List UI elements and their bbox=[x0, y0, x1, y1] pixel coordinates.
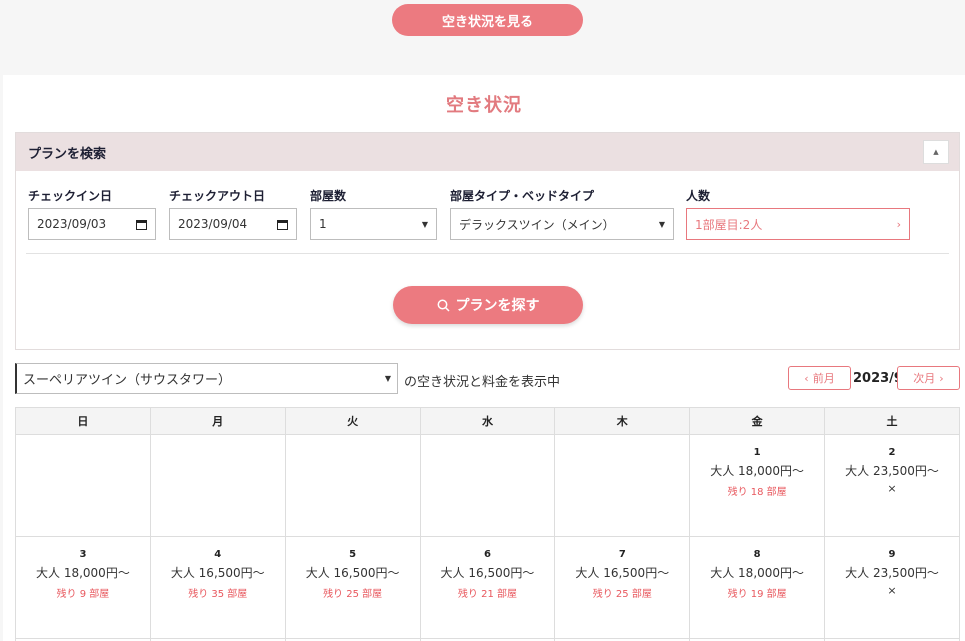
calendar-empty-cell bbox=[15, 434, 151, 537]
day-price: 大人 18,000円〜 bbox=[36, 566, 130, 580]
weekday-wed: 水 bbox=[419, 407, 556, 435]
weekday-header-row: 日 月 火 水 木 金 土 bbox=[15, 407, 960, 435]
weekday-thu: 木 bbox=[554, 407, 691, 435]
roomtype-select[interactable]: デラックスツイン（メイン） ▼ bbox=[450, 208, 674, 240]
calendar-day-cell[interactable]: 4 大人 16,500円〜 残り 35 部屋 bbox=[149, 536, 286, 639]
room-caption: の空き状況と料金を表示中 bbox=[404, 375, 561, 390]
weekday-sat: 土 bbox=[824, 407, 960, 435]
checkout-date-input[interactable]: 2023/09/04 bbox=[169, 208, 297, 240]
calendar-icon bbox=[136, 219, 147, 230]
chevron-left-icon: ‹ bbox=[804, 371, 809, 385]
rooms-remaining: 残り 19 部屋 bbox=[727, 589, 787, 600]
rooms-remaining: 残り 25 部屋 bbox=[592, 589, 652, 600]
calendar-week-row: 3 大人 18,000円〜 残り 9 部屋 4 大人 16,500円〜 残り 3… bbox=[15, 536, 960, 639]
dropdown-arrow-icon: ▼ bbox=[384, 374, 391, 383]
availability-panel: 空き状況 プランを検索 ▲ チェックイン日 2023/09/03 チェックアウト… bbox=[3, 75, 965, 641]
rooms-value: 1 bbox=[319, 217, 327, 231]
weekday-fri: 金 bbox=[689, 407, 826, 435]
day-number: 5 bbox=[349, 549, 357, 560]
day-number: 2 bbox=[888, 447, 896, 458]
calendar-day-cell[interactable]: 3 大人 18,000円〜 残り 9 部屋 bbox=[15, 536, 151, 639]
dropdown-arrow-icon: ▼ bbox=[658, 219, 665, 229]
day-price: 大人 23,500円〜 bbox=[845, 566, 939, 580]
calendar-day-cell[interactable]: 1 大人 18,000円〜 残り 18 部屋 bbox=[689, 434, 826, 537]
roomtype-label: 部屋タイプ・ベッドタイプ bbox=[450, 189, 595, 203]
room-type-value: スーペリアツイン（サウスタワー） bbox=[23, 373, 232, 388]
day-number: 8 bbox=[753, 549, 761, 560]
calendar-empty-cell bbox=[419, 434, 556, 537]
weekday-mon: 月 bbox=[149, 407, 286, 435]
rooms-label: 部屋数 bbox=[310, 189, 347, 203]
chevron-right-icon: › bbox=[939, 371, 944, 385]
chevron-right-icon: › bbox=[896, 217, 901, 231]
divider bbox=[26, 253, 949, 254]
next-month-button[interactable]: 次月 › bbox=[897, 366, 960, 390]
prev-month-label: 前月 bbox=[812, 372, 835, 385]
room-type-select[interactable]: スーペリアツイン（サウスタワー） ▼ bbox=[15, 363, 398, 394]
weekday-sun: 日 bbox=[15, 407, 151, 435]
calendar-empty-cell bbox=[284, 434, 421, 537]
day-number: 6 bbox=[483, 549, 491, 560]
calendar-day-cell[interactable]: 6 大人 16,500円〜 残り 21 部屋 bbox=[419, 536, 556, 639]
collapse-icon[interactable]: ▲ bbox=[923, 140, 949, 164]
search-header-label: プランを検索 bbox=[28, 146, 107, 162]
search-icon bbox=[437, 299, 450, 312]
current-month: 2023/9 bbox=[853, 371, 903, 386]
people-selector[interactable]: 1部屋目:2人 › bbox=[686, 208, 910, 240]
search-plans-button[interactable]: プランを探す bbox=[393, 286, 583, 324]
search-header[interactable]: プランを検索 ▲ bbox=[16, 133, 959, 171]
rooms-remaining: 残り 35 部屋 bbox=[188, 589, 248, 600]
roomtype-value: デラックスツイン（メイン） bbox=[459, 217, 615, 232]
day-price: 大人 16,500円〜 bbox=[575, 566, 670, 580]
people-value: 1部屋目:2人 bbox=[695, 217, 763, 232]
checkout-value: 2023/09/04 bbox=[178, 217, 248, 231]
calendar-empty-cell bbox=[149, 434, 286, 537]
calendar-day-cell[interactable]: 8 大人 18,000円〜 残り 19 部屋 bbox=[689, 536, 826, 639]
checkout-label: チェックアウト日 bbox=[169, 189, 266, 203]
sold-out-mark: × bbox=[887, 482, 897, 495]
day-number: 9 bbox=[888, 549, 896, 560]
day-price: 大人 18,000円〜 bbox=[710, 464, 805, 478]
view-availability-button[interactable]: 空き状況を見る bbox=[392, 4, 583, 36]
day-price: 大人 16,500円〜 bbox=[305, 566, 400, 580]
calendar-day-cell[interactable]: 7 大人 16,500円〜 残り 25 部屋 bbox=[554, 536, 691, 639]
calendar-empty-cell bbox=[554, 434, 691, 537]
rooms-remaining: 残り 18 部屋 bbox=[727, 487, 787, 498]
next-month-label: 次月 bbox=[913, 372, 936, 385]
people-label: 人数 bbox=[686, 189, 711, 203]
rooms-remaining: 残り 21 部屋 bbox=[457, 589, 517, 600]
plan-search-box: プランを検索 ▲ チェックイン日 2023/09/03 チェックアウト日 202… bbox=[15, 132, 960, 350]
rooms-select[interactable]: 1 ▼ bbox=[310, 208, 437, 240]
day-price: 大人 23,500円〜 bbox=[845, 464, 939, 478]
sold-out-mark: × bbox=[887, 584, 897, 597]
dropdown-arrow-icon: ▼ bbox=[421, 219, 428, 229]
day-price: 大人 16,500円〜 bbox=[170, 566, 265, 580]
day-number: 7 bbox=[618, 549, 626, 560]
calendar-week-row: 1 大人 18,000円〜 残り 18 部屋 2 大人 23,500円〜 × bbox=[15, 434, 960, 537]
day-number: 4 bbox=[214, 549, 222, 560]
search-plans-label: プランを探す bbox=[455, 298, 540, 314]
weekday-tue: 火 bbox=[284, 407, 421, 435]
rooms-remaining: 残り 25 部屋 bbox=[323, 589, 383, 600]
prev-month-button[interactable]: ‹ 前月 bbox=[788, 366, 851, 390]
checkin-date-input[interactable]: 2023/09/03 bbox=[28, 208, 156, 240]
checkin-value: 2023/09/03 bbox=[37, 217, 107, 231]
day-price: 大人 18,000円〜 bbox=[710, 566, 805, 580]
availability-calendar: 日 月 火 水 木 金 土 1 大人 18,000円〜 残り 18 部屋 2 大… bbox=[15, 407, 960, 641]
checkin-label: チェックイン日 bbox=[28, 189, 113, 203]
day-price: 大人 16,500円〜 bbox=[440, 566, 535, 580]
rooms-remaining: 残り 9 部屋 bbox=[56, 589, 110, 600]
day-number: 1 bbox=[753, 447, 761, 458]
calendar-day-cell[interactable]: 9 大人 23,500円〜 × bbox=[824, 536, 960, 639]
calendar-day-cell[interactable]: 2 大人 23,500円〜 × bbox=[824, 434, 960, 537]
section-title: 空き状況 bbox=[446, 95, 522, 116]
calendar-icon bbox=[277, 219, 288, 230]
day-number: 3 bbox=[79, 549, 87, 560]
calendar-day-cell[interactable]: 5 大人 16,500円〜 残り 25 部屋 bbox=[284, 536, 421, 639]
